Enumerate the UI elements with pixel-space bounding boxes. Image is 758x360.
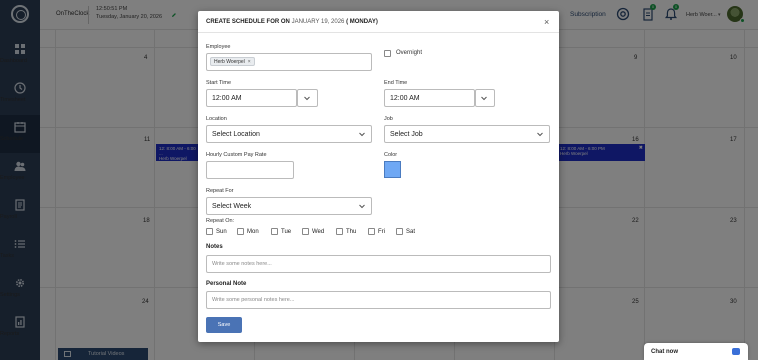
repeat-on-label: Repeat On: [206,218,235,224]
start-time-input[interactable]: 12:00 AM [206,89,297,107]
job-label: Job [384,116,393,122]
start-time-label: Start Time [206,80,232,86]
modal-date: JANUARY 19, 2026 [291,19,345,25]
day-checkbox-thu[interactable] [336,228,343,235]
modal-title: CREATE SCHEDULE FOR ON JANUARY 19, 2026 … [206,19,378,25]
create-schedule-modal: CREATE SCHEDULE FOR ON JANUARY 19, 2026 … [198,11,559,342]
remove-tag-icon[interactable]: × [248,59,251,65]
chat-label: Chat now [651,349,678,355]
close-icon[interactable]: × [544,17,549,27]
day-checkbox-sat[interactable] [396,228,403,235]
chevron-down-icon [480,94,488,102]
modal-header: CREATE SCHEDULE FOR ON JANUARY 19, 2026 … [198,11,559,33]
modal-title-text: CREATE SCHEDULE FOR ON [206,19,290,25]
pay-rate-input[interactable] [206,161,294,179]
color-label: Color [384,152,398,158]
save-button[interactable]: Save [206,317,242,333]
day-label-fri: Fri [378,229,385,235]
color-picker[interactable] [384,161,401,178]
employee-tag-label: Herb Woerpel [214,59,245,65]
day-label-wed: Wed [312,229,325,235]
notes-label: Notes [206,244,223,250]
day-label-sun: Sun [216,229,227,235]
pay-rate-label: Hourly Custom Pay Rate [206,152,267,158]
start-time-value: 12:00 AM [212,95,242,102]
end-time-label: End Time [384,80,408,86]
job-value: Select Job [390,131,423,138]
employee-tag: Herb Woerpel × [210,57,255,66]
repeat-for-label: Repeat For [206,188,234,194]
chevron-down-icon [358,202,366,210]
repeat-for-value: Select Week [212,203,252,210]
day-label-tue: Tue [281,229,292,235]
modal-day: ( MONDAY) [346,19,378,25]
personal-note-placeholder: Write some personal notes here... [212,297,295,303]
employee-label: Employee [206,44,231,50]
location-select[interactable]: Select Location [206,125,372,143]
start-time-dropdown-button[interactable] [297,89,318,107]
job-select[interactable]: Select Job [384,125,550,143]
repeat-for-select[interactable]: Select Week [206,197,372,215]
notes-input[interactable]: Write some notes here... [206,255,551,273]
day-checkbox-wed[interactable] [302,228,309,235]
day-checkbox-tue[interactable] [271,228,278,235]
employee-multiselect[interactable]: Herb Woerpel × [206,53,372,71]
day-checkbox-mon[interactable] [237,228,244,235]
chevron-down-icon [358,130,366,138]
chat-widget[interactable]: Chat now [644,343,748,360]
end-time-dropdown-button[interactable] [475,89,495,107]
day-label-sat: Sat [406,229,416,235]
notes-placeholder: Write some notes here... [212,261,272,267]
chevron-down-icon [536,130,544,138]
day-label-thu: Thu [346,229,357,235]
end-time-value: 12:00 AM [390,95,420,102]
overnight-label: Overnight [396,50,423,56]
personal-note-label: Personal Note [206,281,247,287]
chat-bubble-icon [732,348,740,355]
day-label-mon: Mon [247,229,259,235]
chevron-down-icon [303,94,311,102]
day-checkbox-fri[interactable] [368,228,375,235]
end-time-input[interactable]: 12:00 AM [384,89,475,107]
overnight-checkbox[interactable] [384,50,391,57]
location-label: Location [206,116,227,122]
personal-note-input[interactable]: Write some personal notes here... [206,291,551,309]
day-checkbox-sun[interactable] [206,228,213,235]
location-value: Select Location [212,131,260,138]
